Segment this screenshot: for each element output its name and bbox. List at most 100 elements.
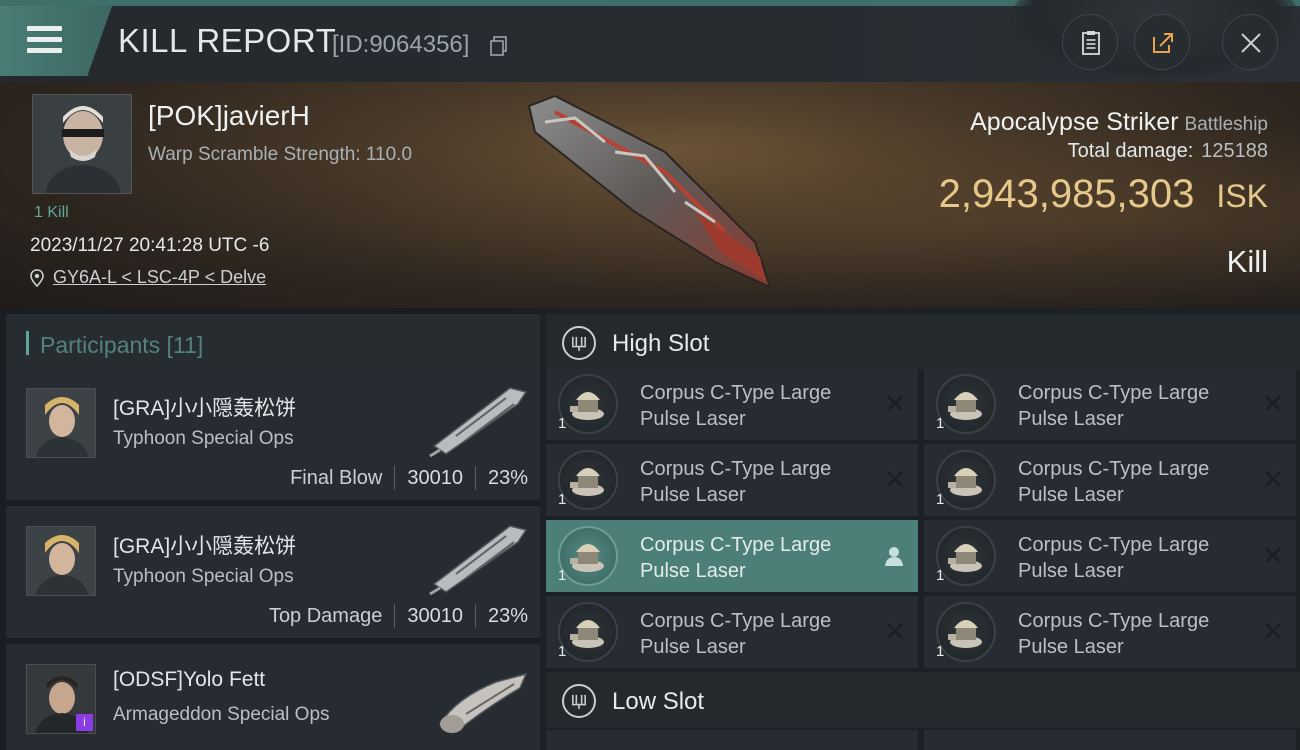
copy-icon[interactable] — [490, 36, 508, 56]
module-name-line: Pulse Laser — [1018, 560, 1124, 582]
module-quantity: 1 — [558, 567, 567, 584]
low-slot-module-partial[interactable] — [924, 730, 1296, 750]
module-name-line: Pulse Laser — [1018, 408, 1124, 430]
destroyed-x-icon — [887, 395, 903, 411]
divider — [474, 466, 476, 490]
ship-name-text: Apocalypse Striker — [970, 108, 1179, 136]
close-icon — [1241, 33, 1261, 53]
fitting-panel: High Slot 1 Corpus C-Type Large Pulse Lase… — [540, 308, 1300, 750]
divider — [394, 604, 396, 628]
module-name-line: Corpus C-Type Large — [640, 382, 832, 404]
pulse-laser-icon — [558, 450, 618, 510]
participant-ship-image — [429, 525, 528, 596]
module-name: Corpus C-Type Large Pulse Laser — [640, 380, 870, 432]
module-name-line: Pulse Laser — [1018, 636, 1124, 658]
module-name-line: Corpus C-Type Large — [640, 610, 832, 632]
participant-row[interactable]: [GRA]小小隠轰松饼 Typhoon Special Ops Top Dama… — [6, 506, 540, 640]
participant-row[interactable]: [GRA]小小隠轰松饼 Typhoon Special Ops Final Bl… — [6, 368, 540, 502]
participant-stats: Final Blow 30010 23% — [290, 466, 528, 490]
isk-unit: ISK — [1216, 178, 1268, 214]
participant-avatar-image — [27, 527, 95, 595]
destroyed-x-icon — [1265, 471, 1281, 487]
victim-ship-name: Apocalypse Striker Battleship — [970, 108, 1268, 137]
participant-ship-image — [438, 672, 528, 733]
clipboard-button[interactable] — [1062, 14, 1118, 70]
module-card[interactable]: 1 Corpus C-Type Large Pulse Laser — [546, 368, 918, 440]
result-tag: Kill — [1226, 244, 1268, 279]
module-name-line: Pulse Laser — [1018, 484, 1124, 506]
menu-button[interactable] — [0, 6, 112, 76]
module-card[interactable]: 1 Corpus C-Type Large Pulse Laser — [924, 520, 1296, 592]
module-quantity: 1 — [558, 415, 567, 432]
pulse-laser-icon — [558, 526, 618, 586]
ship-class-text: Battleship — [1184, 114, 1268, 135]
person-icon — [885, 547, 903, 566]
module-name-line: Pulse Laser — [640, 560, 746, 582]
location-link[interactable]: GY6A-L < LSC-4P < Delve — [53, 267, 266, 288]
isk-value: 2,943,985,303 — [938, 172, 1195, 216]
module-card[interactable]: 1 Corpus C-Type Large Pulse Laser — [546, 444, 918, 516]
module-name-line: Corpus C-Type Large — [1018, 382, 1210, 404]
participant-avatar[interactable] — [26, 388, 96, 458]
module-name-line: Corpus C-Type Large — [1018, 610, 1210, 632]
low-slot-icon — [562, 684, 596, 718]
module-name-line: Pulse Laser — [640, 484, 746, 506]
high-slot-header: High Slot — [546, 314, 1300, 370]
participants-header: Participants [11] — [6, 314, 540, 372]
module-card[interactable]: 1 Corpus C-Type Large Pulse Laser — [546, 520, 918, 592]
participant-name[interactable]: [GRA]小小隠轰松饼 — [113, 530, 296, 560]
victim-avatar-image — [33, 95, 131, 193]
menu-icon — [27, 26, 62, 31]
module-name-line: Pulse Laser — [640, 636, 746, 658]
participant-avatar[interactable]: i — [26, 664, 96, 734]
module-name: Corpus C-Type Large Pulse Laser — [1018, 608, 1248, 660]
pulse-laser-icon — [558, 374, 618, 434]
victim-portrait[interactable] — [32, 94, 132, 194]
module-card[interactable]: 1 Corpus C-Type Large Pulse Laser — [546, 596, 918, 668]
module-card[interactable]: 1 Corpus C-Type Large Pulse Laser — [924, 596, 1296, 668]
victim-ship-image — [527, 94, 772, 289]
pulse-laser-icon — [936, 374, 996, 434]
module-name: Corpus C-Type Large Pulse Laser — [1018, 380, 1248, 432]
module-name-line: Corpus C-Type Large — [1018, 458, 1210, 480]
low-slot-header: Low Slot — [546, 672, 1300, 728]
module-card[interactable]: 1 Corpus C-Type Large Pulse Laser — [924, 368, 1296, 440]
isk-value-row: 2,943,985,303 ISK — [939, 172, 1268, 217]
close-button[interactable] — [1222, 14, 1278, 70]
participant-role: Top Damage — [268, 604, 383, 627]
menu-icon-bar — [27, 48, 62, 53]
participant-ship: Typhoon Special Ops — [113, 566, 294, 587]
participant-damage: 30010 — [407, 466, 463, 489]
location-row: GY6A-L < LSC-4P < Delve — [30, 267, 266, 288]
module-name: Corpus C-Type Large Pulse Laser — [640, 456, 870, 508]
participant-name[interactable]: [ODSF]Yolo Fett — [113, 668, 265, 692]
module-card[interactable]: 1 Corpus C-Type Large Pulse Laser — [924, 444, 1296, 516]
low-slot-title: Low Slot — [612, 688, 705, 715]
participant-avatar-image — [27, 389, 95, 457]
victim-name[interactable]: [POK]javierH — [148, 100, 310, 132]
menu-icon-bar — [27, 37, 62, 42]
participant-name[interactable]: [GRA]小小隠轰松饼 — [113, 392, 296, 422]
module-quantity: 1 — [558, 491, 567, 508]
divider — [394, 466, 396, 490]
participant-ship: Typhoon Special Ops — [113, 428, 294, 449]
module-quantity: 1 — [936, 643, 945, 660]
participant-avatar[interactable] — [26, 526, 96, 596]
high-slot-icon — [562, 326, 596, 360]
participant-ship: Armageddon Special Ops — [113, 704, 330, 725]
participants-accent — [26, 331, 29, 355]
page-title: KILL REPORT — [118, 22, 337, 59]
destroyed-x-icon — [1265, 395, 1281, 411]
victim-banner: [POK]javierH Warp Scramble Strength: 110… — [0, 82, 1300, 308]
participants-panel: Participants [11] [GRA]小小隠轰松饼 Typhoon Sp… — [0, 308, 540, 750]
pulse-laser-icon — [936, 450, 996, 510]
module-quantity: 1 — [936, 567, 945, 584]
low-slot-module-partial[interactable] — [546, 730, 918, 750]
top-bar: KILL REPORT [ID:9064356] — [0, 0, 1300, 82]
destroyed-x-icon — [887, 623, 903, 639]
module-name: Corpus C-Type Large Pulse Laser — [640, 532, 870, 584]
destroyed-x-icon — [1265, 547, 1281, 563]
share-button[interactable] — [1134, 14, 1190, 70]
module-name-line: Corpus C-Type Large — [1018, 534, 1210, 556]
participant-row[interactable]: i [ODSF]Yolo Fett Armageddon Special Ops — [6, 644, 540, 750]
